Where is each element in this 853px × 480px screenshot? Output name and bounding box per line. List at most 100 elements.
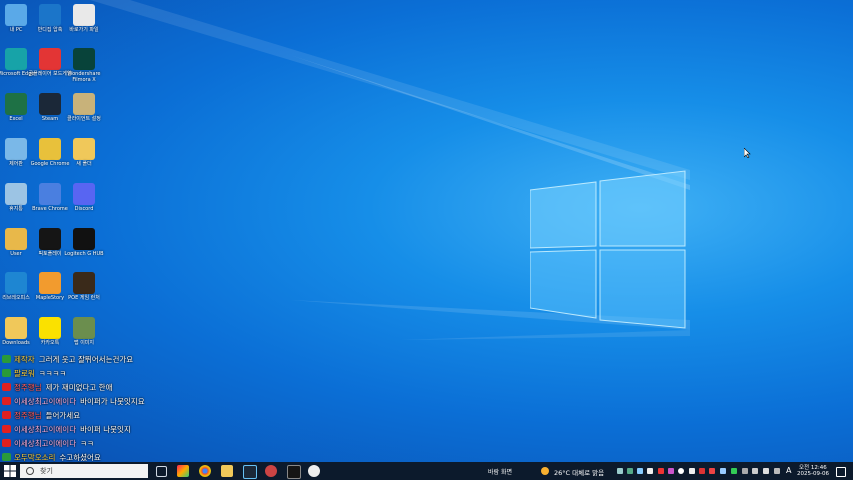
desktop-icon[interactable]: Logitech G HUB <box>62 228 106 257</box>
desktop-icon-label: Discord <box>74 206 94 212</box>
taskbar-search-box[interactable]: 찾기 <box>20 464 148 478</box>
search-icon <box>26 467 34 475</box>
weather-widget-label[interactable]: 바람 화면 <box>488 467 512 476</box>
desktop-icon[interactable]: POE 게임 런처 <box>62 272 106 301</box>
desktop-icon-image <box>73 317 95 339</box>
chat-message: 팔로워 ㅋㅋㅋㅋ <box>2 366 302 380</box>
chat-username: 이세상최고이에이다 <box>14 396 77 406</box>
taskbar-app-chrome-icon[interactable] <box>199 465 211 477</box>
desktop-icon-image <box>5 48 27 70</box>
tray-mic-icon[interactable] <box>658 468 664 474</box>
desktop-icon[interactable]: 맵 이미지 <box>62 317 106 346</box>
taskbar-app-obs-icon[interactable] <box>265 465 277 477</box>
chat-message: 정주행님 들어가세요 <box>2 408 302 422</box>
desktop-icon-image <box>39 4 61 26</box>
desktop-icon-image <box>5 4 27 26</box>
taskbar-app-explorer-icon[interactable] <box>221 465 233 477</box>
tray-app-icon[interactable] <box>689 468 695 474</box>
desktop-icon-image <box>39 48 61 70</box>
windows-logo <box>530 170 686 329</box>
desktop-icon-image <box>39 93 61 115</box>
chat-text: 들어가세요 <box>45 410 81 420</box>
desktop-icon[interactable]: 새 폴더 <box>62 138 106 167</box>
taskbar-app-steam-icon[interactable] <box>243 465 257 479</box>
tray-app-icon[interactable] <box>668 468 674 474</box>
clock-date[interactable]: 2025-09-06 <box>797 471 829 477</box>
chat-text: ㅋㅋ <box>80 438 94 448</box>
tray-app-icon[interactable] <box>637 468 643 474</box>
taskbar: 찾기 바람 화면 26°C 대체로 맑음 A 오전 12:46 2025-09-… <box>0 462 853 480</box>
desktop-icon-label: 클라이언트 설정 <box>67 116 101 122</box>
weather-sun-icon[interactable] <box>541 467 549 475</box>
clock-time[interactable]: 오전 12:46 <box>799 463 827 471</box>
chat-username: 이세상최고이에이다 <box>14 424 77 434</box>
chat-text: 바이퍼 나뭇잇지 <box>80 424 131 434</box>
desktop-icon-image <box>39 183 61 205</box>
desktop-icon-image <box>73 228 95 250</box>
desktop-icon-label: Wondershare Filmora X <box>67 71 101 83</box>
chat-text: 바이퍼가 나뭇잇지요 <box>80 396 145 406</box>
desktop-icon-image <box>5 138 27 160</box>
chat-message: 이세상최고이에이다 ㅋㅋ <box>2 436 302 450</box>
desktop-icon[interactable]: Discord <box>62 183 106 212</box>
desktop: 내 PC 반디집 압축 바로가기 파일 Microsoft Edge 곰플레이어 보드게… <box>0 0 853 462</box>
desktop-icon-label: Logitech G HUB <box>64 251 104 257</box>
desktop-icon-image <box>5 183 27 205</box>
chat-username: 오두막오소리 <box>14 452 56 462</box>
desktop-icon-image <box>39 317 61 339</box>
weather-status[interactable]: 26°C 대체로 맑음 <box>554 467 604 477</box>
chat-badge-icon <box>2 425 11 433</box>
chat-message: 오두막오소리 수고하셨어요 <box>2 450 302 462</box>
desktop-icon-image <box>39 228 61 250</box>
taskbar-app-skull-icon[interactable] <box>308 465 320 477</box>
chat-username: 이세상최고이에이다 <box>14 438 77 448</box>
chat-text: 수고하셨어요 <box>59 452 101 462</box>
tray-nvidia-icon[interactable] <box>731 468 737 474</box>
desktop-icon-image <box>5 228 27 250</box>
tray-battery-icon[interactable] <box>774 468 780 474</box>
taskbar-app-pico-icon[interactable] <box>287 465 301 479</box>
desktop-icon[interactable]: 바로가기 파일 <box>62 4 106 33</box>
chat-message: 이세상최고이에이다 바이퍼 나뭇잇지 <box>2 422 302 436</box>
tray-app-icon[interactable] <box>647 468 653 474</box>
desktop-icon-image <box>73 4 95 26</box>
desktop-icon-image <box>5 317 27 339</box>
start-button-windows-icon[interactable] <box>4 465 16 477</box>
desktop-icon-image <box>73 138 95 160</box>
task-view-icon[interactable] <box>156 466 167 477</box>
chat-badge-icon <box>2 369 11 377</box>
tray-app-icon[interactable] <box>709 468 715 474</box>
desktop-icon-image <box>39 272 61 294</box>
desktop-icon-image <box>73 183 95 205</box>
desktop-icon-label: 바로가기 파일 <box>69 27 99 33</box>
chat-badge-icon <box>2 355 11 363</box>
tray-app-icon[interactable] <box>720 468 726 474</box>
chat-text: 제가 재미없다고 한애 <box>45 382 113 392</box>
chat-badge-icon <box>2 439 11 447</box>
desktop-icon-image <box>5 93 27 115</box>
desktop-icon[interactable]: 클라이언트 설정 <box>62 93 106 122</box>
ime-indicator[interactable]: A <box>786 466 791 475</box>
chat-text: ㅋㅋㅋㅋ <box>38 368 67 378</box>
tray-app-icon[interactable] <box>627 468 633 474</box>
taskbar-app-copilot-icon[interactable] <box>177 465 189 477</box>
chat-message: 제작자 그러게 웃고 잘뛰어서는건가요 <box>2 352 302 366</box>
mouse-cursor-icon <box>744 148 751 158</box>
desktop-icon-image <box>39 138 61 160</box>
tray-chevron-icon[interactable] <box>617 468 623 474</box>
desktop-icon[interactable]: Wondershare Filmora X <box>62 48 106 83</box>
chat-message: 정주행님 제가 재미없다고 한애 <box>2 380 302 394</box>
desktop-icon-label: POE 게임 런처 <box>68 295 100 301</box>
notification-center-icon[interactable] <box>836 467 846 477</box>
tray-volume-icon[interactable] <box>763 468 769 474</box>
desktop-icon-label: 맵 이미지 <box>74 340 94 346</box>
tray-app-icon[interactable] <box>742 468 748 474</box>
chat-username: 정주행님 <box>14 382 42 392</box>
chat-username: 팔로워 <box>14 368 35 378</box>
tray-app-icon[interactable] <box>678 468 684 474</box>
chat-username: 제작자 <box>14 354 35 364</box>
chat-badge-icon <box>2 397 11 405</box>
tray-network-icon[interactable] <box>752 468 758 474</box>
tray-app-icon[interactable] <box>699 468 705 474</box>
desktop-icon-image <box>73 93 95 115</box>
